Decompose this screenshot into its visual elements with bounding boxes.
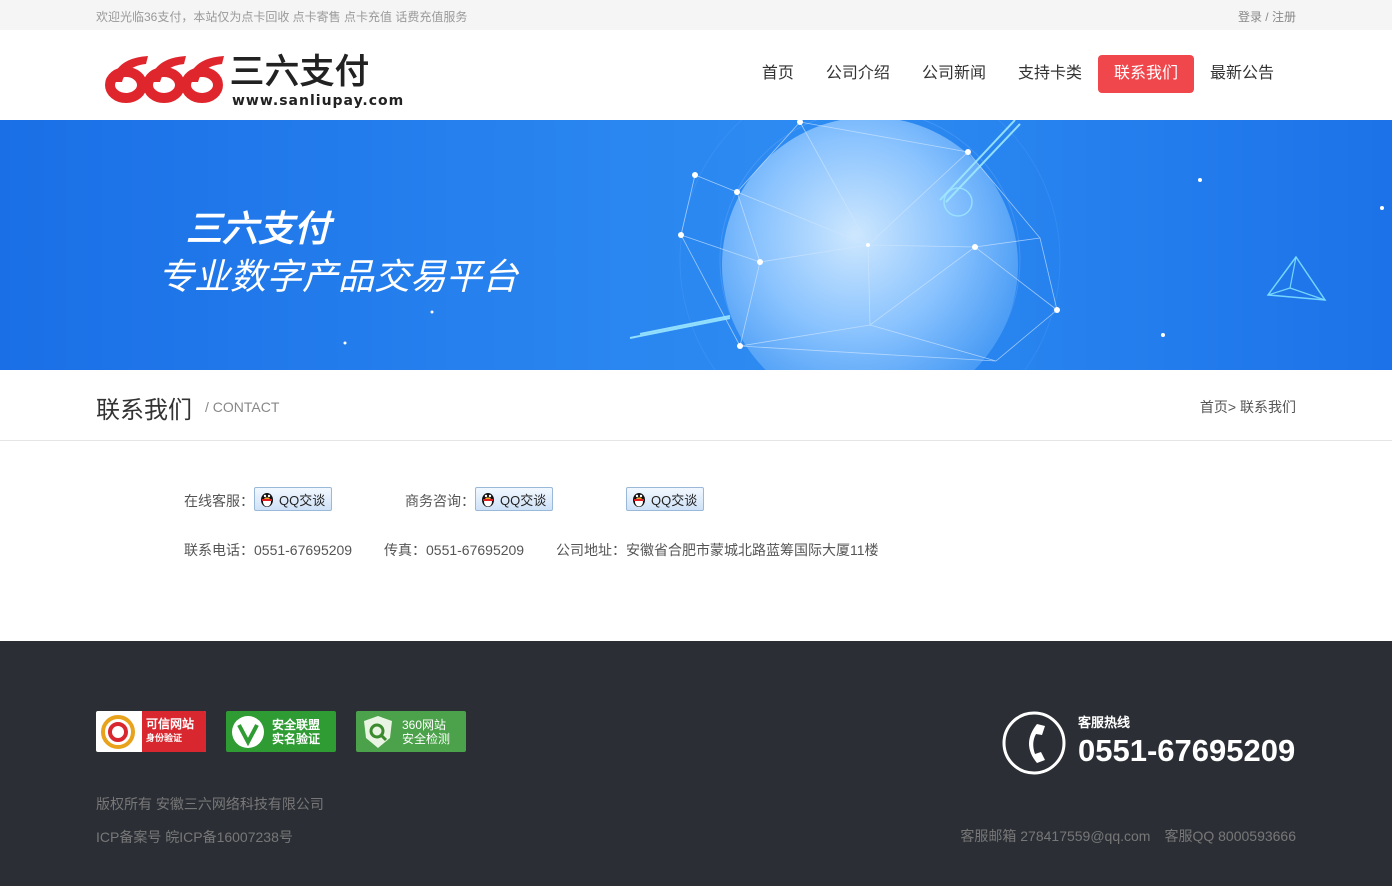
breadcrumb-current: 联系我们 — [1236, 399, 1296, 415]
trusted-site-badge[interactable]: 可信网站 身份验证 — [96, 711, 206, 752]
top-bar: 欢迎光临36支付，本站仅为点卡回收 点卡寄售 点卡充值 话费充值服务 登录 / … — [0, 0, 1392, 30]
icp-text[interactable]: ICP备案号 皖ICP备16007238号 — [96, 827, 293, 847]
qq-penguin-icon — [261, 493, 273, 507]
security-alliance-badge[interactable]: 安全联盟 实名验证 — [226, 711, 336, 752]
qq-button-label: QQ交谈 — [500, 492, 547, 508]
hero-banner: 三六支付 专业数字产品交易平台 — [0, 120, 1392, 370]
nav-home[interactable]: 首页 — [746, 55, 810, 93]
online-service-label: 在线客服： — [184, 493, 254, 509]
page-title-en: / CONTACT — [205, 399, 280, 415]
site-logo[interactable]: 三六支付 www.sanliupay.com — [104, 52, 404, 112]
nav-announcements[interactable]: 最新公告 — [1194, 55, 1290, 93]
trusted-site-line2: 身份验证 — [146, 733, 183, 743]
trusted-site-line1: 可信网站 — [146, 717, 195, 731]
qq-penguin-icon — [482, 493, 494, 507]
footer-qq: 客服QQ 8000593666 — [1164, 828, 1296, 844]
qq-button-label: QQ交谈 — [279, 492, 326, 508]
site-header: 三六支付 www.sanliupay.com 首页 公司介绍 公司新闻 支持卡类… — [0, 30, 1392, 120]
360-security-line2: 安全检测 — [402, 731, 451, 746]
contact-fax: 传真：0551-67695209 — [384, 542, 525, 558]
site-footer: 可信网站 身份验证 安全联盟 实名验证 360网站 安全检测 版权所有 安徽三六… — [0, 641, 1392, 886]
register-link[interactable]: 注册 — [1272, 10, 1296, 24]
business-consult-label: 商务咨询： — [405, 493, 475, 509]
qq-chat-button-business[interactable]: QQ交谈 — [475, 487, 553, 511]
banner-title: 三六支付 — [186, 208, 331, 249]
trusted-site-text: 可信网站 身份验证 — [142, 711, 206, 752]
360-security-text: 360网站 安全检测 — [402, 718, 450, 746]
logo-666-mark — [105, 56, 224, 103]
qq-chat-button-extra[interactable]: QQ交谈 — [626, 487, 704, 511]
auth-separator: / — [1261, 10, 1272, 24]
phone-icon — [1002, 711, 1066, 775]
contact-address: 公司地址：安徽省合肥市蒙城北路蓝筹国际大厦11楼 — [556, 542, 879, 558]
breadcrumb-home[interactable]: 首页> — [1200, 399, 1236, 415]
hotline-label: 客服热线 — [1078, 715, 1131, 730]
contact-phone: 联系电话：0551-67695209 — [184, 542, 353, 558]
360-security-badge[interactable]: 360网站 安全检测 — [356, 711, 466, 752]
qq-penguin-icon — [633, 493, 645, 507]
contact-content: 在线客服： QQ交谈 商务咨询： QQ交谈 QQ交谈 联系电话：0551-676… — [0, 441, 1392, 641]
nav-about[interactable]: 公司介绍 — [810, 55, 906, 93]
breadcrumb: 首页> 联系我们 — [1200, 397, 1296, 417]
shield-search-icon — [364, 715, 392, 748]
welcome-text: 欢迎光临36支付，本站仅为点卡回收 点卡寄售 点卡充值 话费充值服务 — [96, 10, 468, 24]
qq-button-label: QQ交谈 — [651, 492, 698, 508]
copyright-text: 版权所有 安徽三六网络科技有限公司 — [96, 796, 324, 812]
360-security-line1: 360网站 — [402, 717, 447, 732]
hotline-number: 0551-67695209 — [1078, 733, 1296, 768]
page-title: 联系我们 — [96, 397, 192, 424]
v-check-icon — [232, 715, 264, 748]
main-nav: 首页 公司介绍 公司新闻 支持卡类 联系我们 最新公告 — [746, 55, 1290, 93]
auth-links: 登录 / 注册 — [1238, 8, 1296, 25]
contact-info-row: 联系电话：0551-67695209 传真：0551-67695209 公司地址… — [184, 540, 907, 560]
page-title-bar: 联系我们 / CONTACT 首页> 联系我们 — [0, 370, 1392, 441]
qq-chat-button-online[interactable]: QQ交谈 — [254, 487, 332, 511]
login-link[interactable]: 登录 — [1238, 10, 1262, 24]
security-alliance-text: 安全联盟 实名验证 — [272, 718, 320, 746]
footer-email: 客服邮箱 278417559@qq.com — [960, 828, 1151, 844]
security-alliance-line1: 安全联盟 — [272, 717, 321, 732]
footer-contact: 客服邮箱 278417559@qq.com 客服QQ 8000593666 — [946, 826, 1296, 846]
nav-contact[interactable]: 联系我们 — [1097, 55, 1194, 93]
banner-subtitle: 专业数字产品交易平台 — [158, 256, 519, 297]
logo-url: www.sanliupay.com — [232, 93, 405, 109]
security-alliance-line2: 实名验证 — [272, 731, 321, 746]
logo-name: 三六支付 — [230, 53, 370, 91]
nav-news[interactable]: 公司新闻 — [906, 55, 1002, 93]
trusted-site-icon — [101, 714, 135, 749]
nav-cards[interactable]: 支持卡类 — [1002, 55, 1098, 93]
